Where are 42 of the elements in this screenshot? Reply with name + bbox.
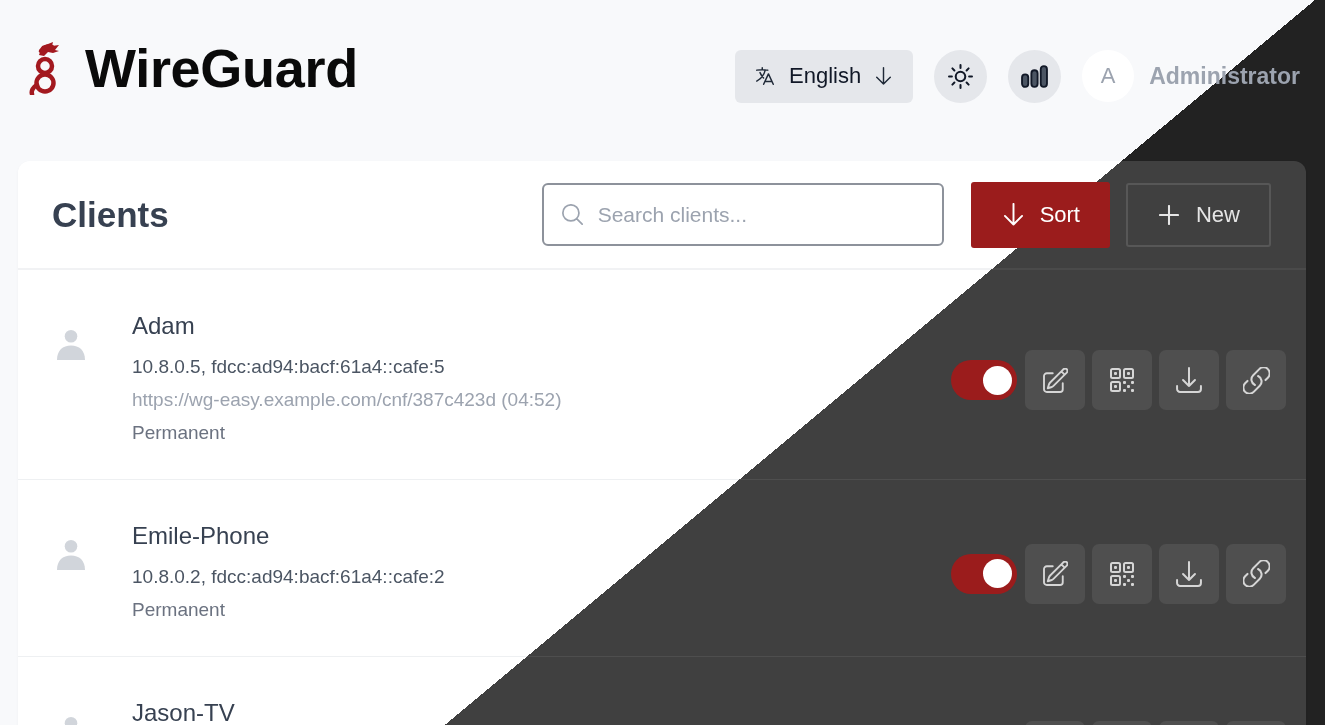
download-button[interactable]: [1159, 543, 1219, 604]
edit-button[interactable]: [1025, 543, 1085, 604]
serpent-logo-icon: [28, 41, 62, 95]
download-icon: [1176, 560, 1202, 587]
arrow-down-icon: [876, 67, 892, 85]
pencil-icon: [1042, 561, 1068, 586]
link-button[interactable]: [1226, 543, 1286, 604]
link-icon: [1242, 560, 1270, 587]
user-avatar: A: [1082, 50, 1135, 102]
search-icon: [561, 204, 583, 225]
panel-title: Clients: [52, 194, 169, 235]
qr-code-button[interactable]: [1092, 543, 1152, 604]
client-name: Emile-Phone: [132, 521, 271, 551]
person-icon: [57, 330, 85, 360]
person-icon: [57, 540, 85, 570]
translate-icon: [756, 67, 775, 85]
pencil-icon: [1042, 367, 1068, 393]
client-address: 10.8.0.2, fdcc:ad94:bacf:61a4::cafe:2: [132, 565, 445, 589]
download-button[interactable]: [1159, 350, 1219, 410]
link-button[interactable]: [1226, 350, 1286, 410]
edit-button[interactable]: [1025, 350, 1085, 410]
arrow-down-icon: [1003, 203, 1023, 226]
link-icon: [1242, 366, 1270, 394]
client-expiry: Permanent: [132, 598, 226, 622]
client-expiry: Permanent: [132, 421, 226, 445]
plus-icon: [1159, 204, 1179, 225]
toggle-switch[interactable]: [951, 360, 1017, 400]
client-address: 10.8.0.5, fdcc:ad94:bacf:61a4::cafe:5: [132, 355, 446, 379]
qr-code-icon: [1110, 561, 1134, 586]
sort-button[interactable]: Sort: [970, 181, 1110, 248]
app-title: WireGuard: [85, 41, 358, 95]
sun-icon: [948, 63, 974, 89]
qr-code-icon: [1110, 368, 1134, 392]
search-field[interactable]: Search clients...: [541, 183, 944, 246]
qr-code-button[interactable]: [1092, 350, 1152, 410]
client-name: Jason-TV: [132, 698, 235, 725]
client-name: Adam: [132, 311, 196, 341]
download-icon: [1176, 367, 1202, 393]
new-button[interactable]: New: [1126, 182, 1271, 247]
toggle-switch[interactable]: [951, 553, 1017, 594]
bar-chart-icon: [1021, 64, 1049, 88]
language-select[interactable]: English: [735, 49, 914, 103]
